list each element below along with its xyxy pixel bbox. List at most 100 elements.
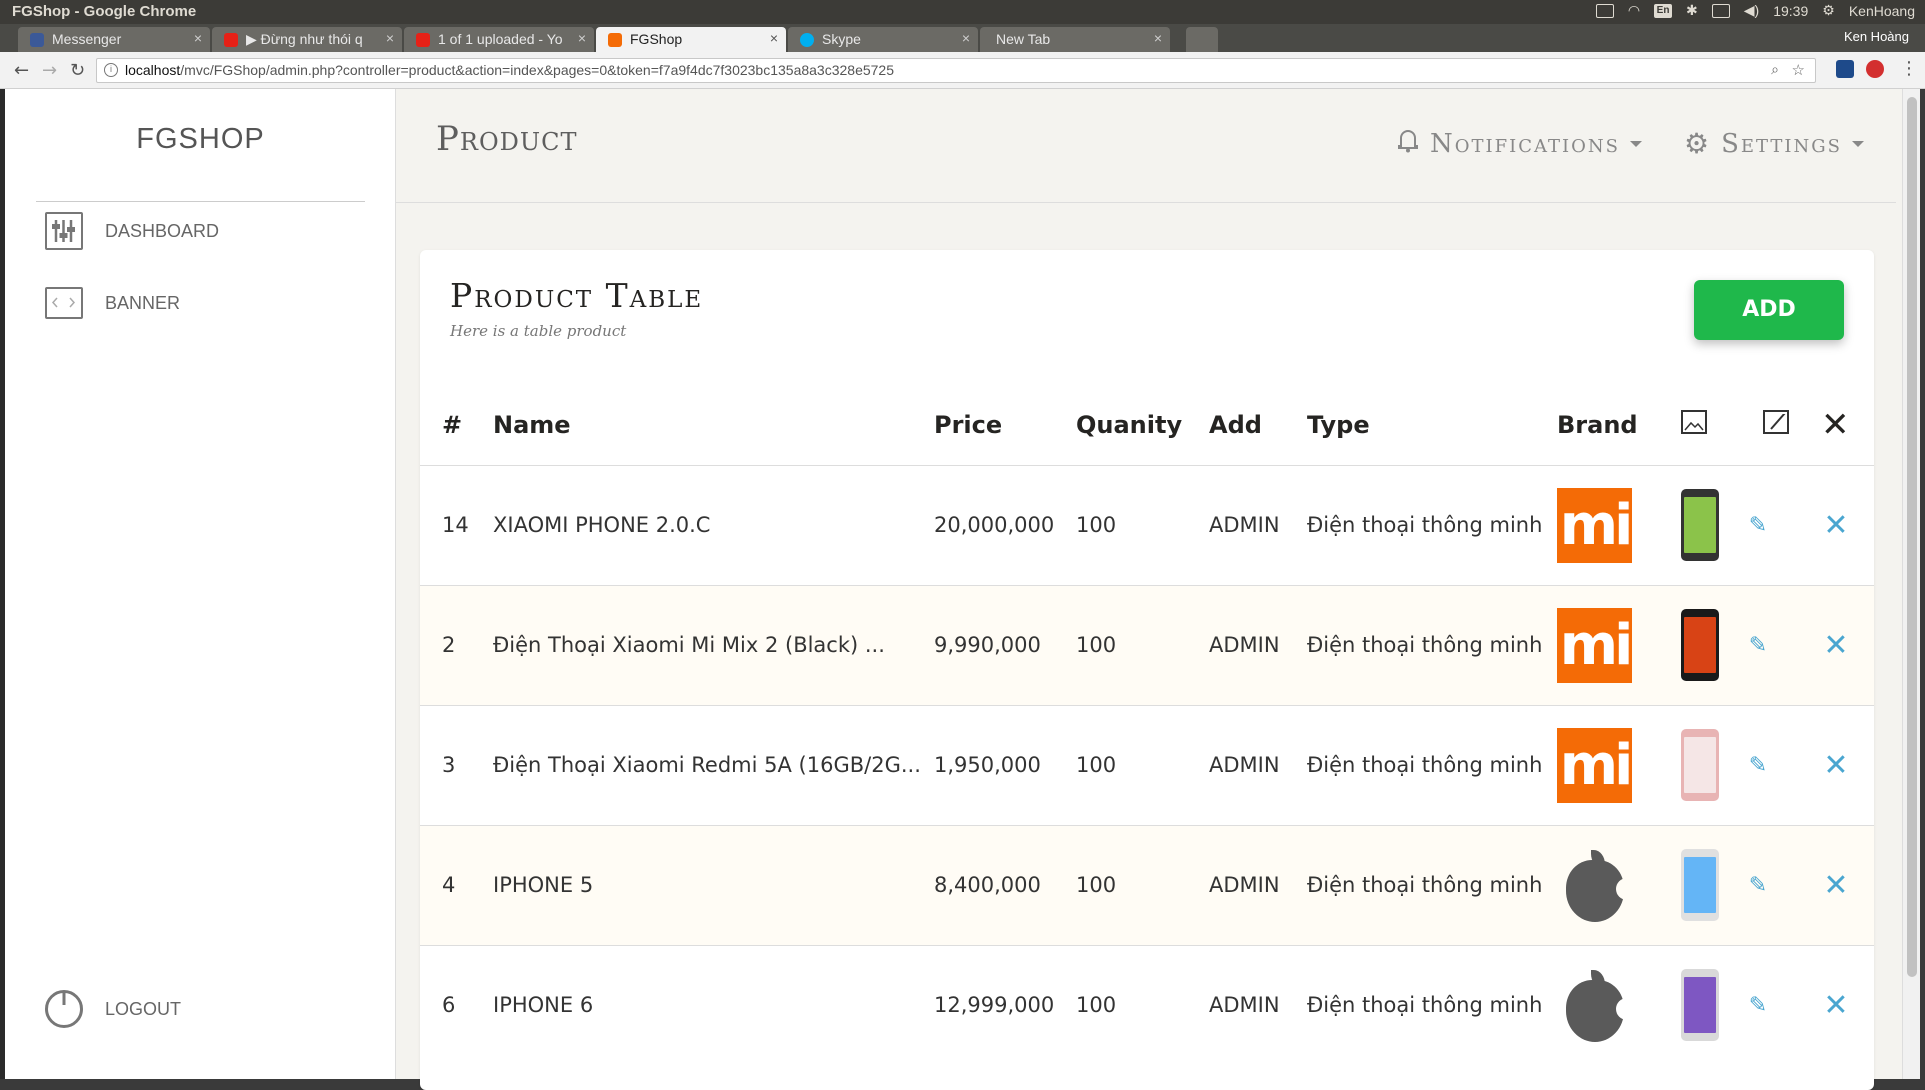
close-tab-icon[interactable]: × xyxy=(386,30,394,46)
browser-tab[interactable]: 1 of 1 uploaded - Yo × xyxy=(404,27,594,52)
column-header[interactable]: Type xyxy=(1307,385,1557,465)
browser-tab-active[interactable]: FGShop × xyxy=(596,27,786,52)
volume-icon[interactable]: ◀) xyxy=(1744,2,1759,19)
column-header[interactable]: Price xyxy=(934,385,1076,465)
edit-pencil-icon[interactable]: ✎ xyxy=(1743,753,1773,778)
column-header[interactable]: Add xyxy=(1209,385,1307,465)
settings-dropdown[interactable]: ⚙ Settings xyxy=(1684,127,1864,160)
apple-logo-icon xyxy=(1557,848,1638,923)
browser-tab[interactable]: New Tab × xyxy=(980,27,1170,52)
cell-type: Điện thoại thông minh xyxy=(1307,824,1557,945)
cell-delete: ✕ xyxy=(1821,944,1874,1065)
cell-image xyxy=(1663,704,1743,825)
cell-quantity: 100 xyxy=(1076,584,1209,705)
skype-icon xyxy=(800,33,814,47)
column-header[interactable]: Quanity xyxy=(1076,385,1209,465)
cell-price: 20,000,000 xyxy=(934,464,1076,585)
reload-icon[interactable]: ↻ xyxy=(70,60,85,81)
url-input[interactable]: i localhost/mvc/FGShop/admin.php?control… xyxy=(96,58,1816,83)
info-icon[interactable]: i xyxy=(104,63,118,77)
window-title: FGShop - Google Chrome xyxy=(12,3,197,20)
delete-icon[interactable]: ✕ xyxy=(1821,988,1851,1023)
product-thumbnail[interactable] xyxy=(1681,849,1719,921)
bookmark-star-icon[interactable]: ☆ xyxy=(1792,61,1805,79)
column-header[interactable]: Name xyxy=(493,385,934,465)
sidebar-item-banner[interactable]: BANNER xyxy=(45,287,180,319)
browser-tab[interactable]: ▶ Đừng như thói q × xyxy=(212,27,402,52)
keyboard-layout-indicator[interactable]: En xyxy=(1654,3,1673,18)
sidebar: FGSHOP DASHBOARD BANNER LOGOUT xyxy=(5,89,396,1079)
cell-type: Điện thoại thông minh xyxy=(1307,584,1557,705)
system-tray: ◠ En ✱ ◀) 19:39 ⚙ KenHoang xyxy=(1595,2,1915,19)
address-bar-area: ← → ↻ i localhost/mvc/FGShop/admin.php?c… xyxy=(0,52,1925,89)
edit-column-header xyxy=(1743,385,1821,465)
wifi-icon[interactable]: ◠ xyxy=(1628,2,1640,19)
url-path: /mvc/FGShop/admin.php?controller=product… xyxy=(180,62,895,78)
battery-icon[interactable] xyxy=(1711,3,1730,18)
product-thumbnail[interactable] xyxy=(1681,489,1719,561)
product-thumbnail[interactable] xyxy=(1681,729,1719,801)
scrollbar-thumb[interactable] xyxy=(1907,97,1917,977)
os-user-name[interactable]: KenHoang xyxy=(1849,3,1915,19)
chrome-menu-icon[interactable]: ⋮ xyxy=(1900,58,1918,79)
browser-tab[interactable]: Skype × xyxy=(788,27,978,52)
extension-icon[interactable] xyxy=(1836,60,1854,78)
cell-added-by: ADMIN xyxy=(1209,464,1307,585)
brand-logo[interactable]: FGSHOP xyxy=(5,123,396,156)
cell-type: Điện thoại thông minh xyxy=(1307,944,1557,1065)
cell-edit: ✎ xyxy=(1743,824,1821,945)
page-content: FGSHOP DASHBOARD BANNER LOGOUT Product N… xyxy=(5,89,1920,1090)
power-icon xyxy=(45,990,83,1028)
edit-pencil-icon[interactable]: ✎ xyxy=(1743,633,1773,658)
table-row: 3 Điện Thoại Xiaomi Redmi 5A (16GB/2G... 1… xyxy=(420,704,1874,825)
xiaomi-logo-icon: mi xyxy=(1557,487,1633,563)
close-tab-icon[interactable]: × xyxy=(578,30,586,46)
close-tab-icon[interactable]: × xyxy=(1154,30,1162,46)
facebook-icon xyxy=(30,33,44,47)
delete-icon[interactable]: ✕ xyxy=(1821,748,1851,783)
add-product-button[interactable]: ADD xyxy=(1694,280,1844,340)
edit-pencil-icon[interactable]: ✎ xyxy=(1743,513,1773,538)
cell-type: Điện thoại thông minh xyxy=(1307,704,1557,825)
edit-pencil-icon[interactable]: ✎ xyxy=(1743,993,1773,1018)
delete-icon[interactable]: ✕ xyxy=(1821,508,1851,543)
new-tab-button[interactable] xyxy=(1186,27,1218,52)
notifications-dropdown[interactable]: Notifications xyxy=(1396,127,1642,160)
delete-column-header: ✕ xyxy=(1821,385,1874,465)
clock[interactable]: 19:39 xyxy=(1773,3,1808,19)
gear-icon[interactable]: ⚙ xyxy=(1822,2,1835,19)
cell-quantity: 100 xyxy=(1076,704,1209,825)
delete-icon[interactable]: ✕ xyxy=(1821,628,1851,663)
logout-button[interactable]: LOGOUT xyxy=(45,990,181,1028)
card-title: Product Table xyxy=(450,276,704,315)
close-tab-icon[interactable]: × xyxy=(770,30,778,46)
camera-icon[interactable] xyxy=(1595,3,1614,18)
column-header[interactable]: # xyxy=(420,385,493,465)
cell-name: XIAOMI PHONE 2.0.C xyxy=(493,464,934,585)
browser-tab[interactable]: Messenger × xyxy=(18,27,210,52)
cell-edit: ✎ xyxy=(1743,584,1821,705)
column-header[interactable]: Brand xyxy=(1557,385,1663,465)
xiaomi-logo-icon: mi xyxy=(1557,607,1633,683)
forward-arrow-icon[interactable]: → xyxy=(42,60,57,81)
page-scrollbar[interactable] xyxy=(1902,89,1920,1079)
cell-price: 9,990,000 xyxy=(934,584,1076,705)
sidebar-item-label: BANNER xyxy=(105,292,181,313)
delete-icon[interactable]: ✕ xyxy=(1821,868,1851,903)
bluetooth-icon[interactable]: ✱ xyxy=(1686,2,1698,19)
edit-pencil-icon[interactable]: ✎ xyxy=(1743,873,1773,898)
profile-name[interactable]: Ken Hoàng xyxy=(1844,29,1909,44)
table-row: 4 IPHONE 5 8,400,000 100 ADMIN Điện thoại thô… xyxy=(420,824,1874,945)
cell-edit: ✎ xyxy=(1743,944,1821,1065)
cell-edit: ✎ xyxy=(1743,464,1821,585)
sidebar-item-dashboard[interactable]: DASHBOARD xyxy=(45,212,219,250)
opera-extension-icon[interactable] xyxy=(1866,60,1884,78)
close-tab-icon[interactable]: × xyxy=(962,30,970,46)
zoom-icon[interactable]: ⌕ xyxy=(1771,61,1779,78)
product-thumbnail[interactable] xyxy=(1681,609,1719,681)
cell-brand: mi xyxy=(1557,584,1663,705)
back-arrow-icon[interactable]: ← xyxy=(14,60,29,81)
close-tab-icon[interactable]: × xyxy=(194,30,202,46)
product-thumbnail[interactable] xyxy=(1681,969,1719,1042)
cell-added-by: ADMIN xyxy=(1209,824,1307,945)
